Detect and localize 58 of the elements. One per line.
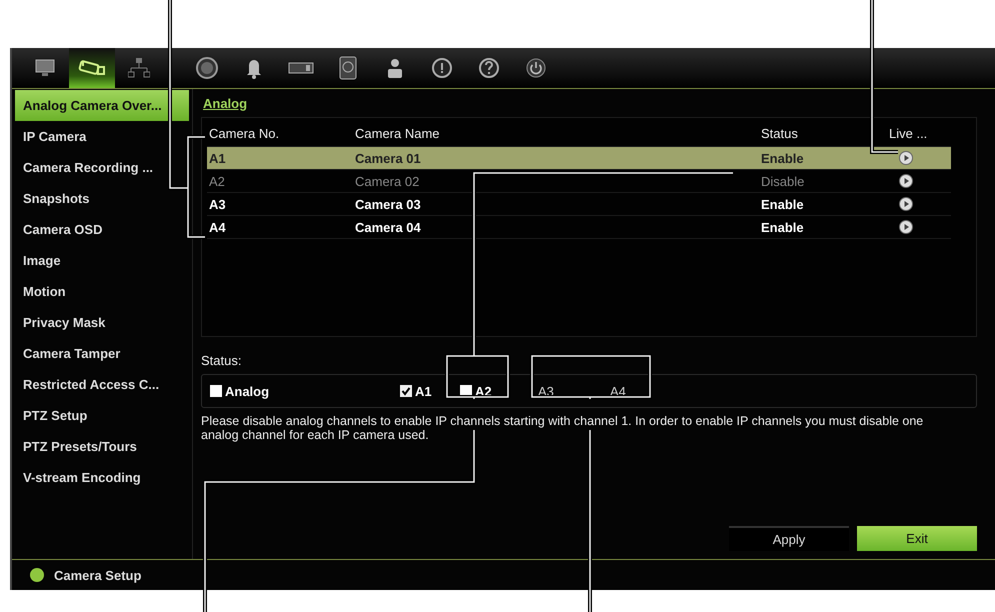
- play-icon[interactable]: [899, 174, 913, 188]
- sidebar-item[interactable]: IP Camera: [15, 121, 189, 152]
- tab[interactable]: Analog: [201, 93, 250, 113]
- table-row[interactable]: A4 Camera 04 Enable: [207, 216, 951, 239]
- sidebar-item[interactable]: Privacy Mask: [15, 307, 189, 338]
- sidebar-item[interactable]: PTZ Presets/Tours: [15, 431, 189, 462]
- sidebar-item[interactable]: Camera Tamper: [15, 338, 189, 369]
- status-text: Camera Setup: [54, 568, 142, 582]
- sidebar-item[interactable]: Image: [15, 245, 189, 276]
- sidebar-item[interactable]: PTZ Setup: [15, 400, 189, 431]
- help-icon: [478, 57, 500, 79]
- channel-checkbox[interactable]: A1: [400, 384, 460, 398]
- table-cell-text: Camera 02: [354, 174, 420, 188]
- table-cell-text: Camera 04: [354, 220, 422, 234]
- camera-icon: [77, 58, 107, 78]
- column-header: Camera Name: [354, 126, 441, 140]
- table-cell-text: Enable: [760, 150, 805, 166]
- table-row[interactable]: A1 Camera 01 Enable: [207, 147, 951, 170]
- table-cell-text: A4: [208, 220, 227, 234]
- sidebar-item[interactable]: Camera OSD: [15, 214, 189, 245]
- table-row[interactable]: A3 Camera 03 Enable: [207, 193, 951, 216]
- table-cell-text: A1: [208, 150, 227, 166]
- check-icon: [401, 386, 411, 396]
- table-cell-text: Enable: [760, 196, 805, 212]
- table-cell-text: A3: [208, 196, 227, 212]
- play-icon[interactable]: [899, 151, 913, 165]
- sidebar-item[interactable]: V-stream Encoding: [15, 462, 189, 493]
- toolbar-button[interactable]: [69, 48, 115, 88]
- column-header: Live ...: [888, 126, 928, 140]
- sidebar-item[interactable]: Camera Recording ...: [15, 152, 189, 183]
- info-icon: [431, 57, 453, 79]
- play-icon[interactable]: [899, 197, 913, 211]
- power-icon: [526, 58, 546, 78]
- table-cell-text: A2: [208, 174, 226, 188]
- network-icon: [128, 57, 150, 79]
- table-cell-text: Disable: [760, 174, 806, 188]
- sidebar-item[interactable]: Snapshots: [15, 183, 189, 214]
- table-row[interactable]: A2 Camera 02 Disable: [207, 170, 951, 193]
- table-cell-text: Camera 01: [354, 150, 422, 166]
- channel-checkbox[interactable]: Analog: [210, 384, 400, 398]
- table-cell-text: Enable: [760, 220, 805, 234]
- user-icon: [386, 57, 404, 79]
- record-icon: [195, 56, 219, 80]
- device-icon: [288, 61, 314, 75]
- status-label: Status:: [201, 353, 242, 368]
- sidebar-item[interactable]: Analog Camera Over...: [15, 90, 189, 121]
- exit-button[interactable]: Exit: [857, 526, 977, 551]
- apply-button[interactable]: Apply: [729, 526, 849, 551]
- play-icon[interactable]: [899, 220, 913, 234]
- column-header: Camera No.: [208, 126, 280, 140]
- column-header: Status: [760, 126, 799, 140]
- sidebar-item[interactable]: Restricted Access C...: [15, 369, 189, 400]
- monitor-icon: [34, 58, 56, 78]
- info-text: Please disable analog channels to enable IP channels starting with channel 1. In order to enable IP channels you must disable one analog channel for each IP camera used.: [201, 414, 924, 442]
- bell-icon: [246, 57, 262, 79]
- help-icon: [30, 568, 44, 582]
- sidebar-item[interactable]: Motion: [15, 276, 189, 307]
- table-cell-text: Camera 03: [354, 196, 422, 212]
